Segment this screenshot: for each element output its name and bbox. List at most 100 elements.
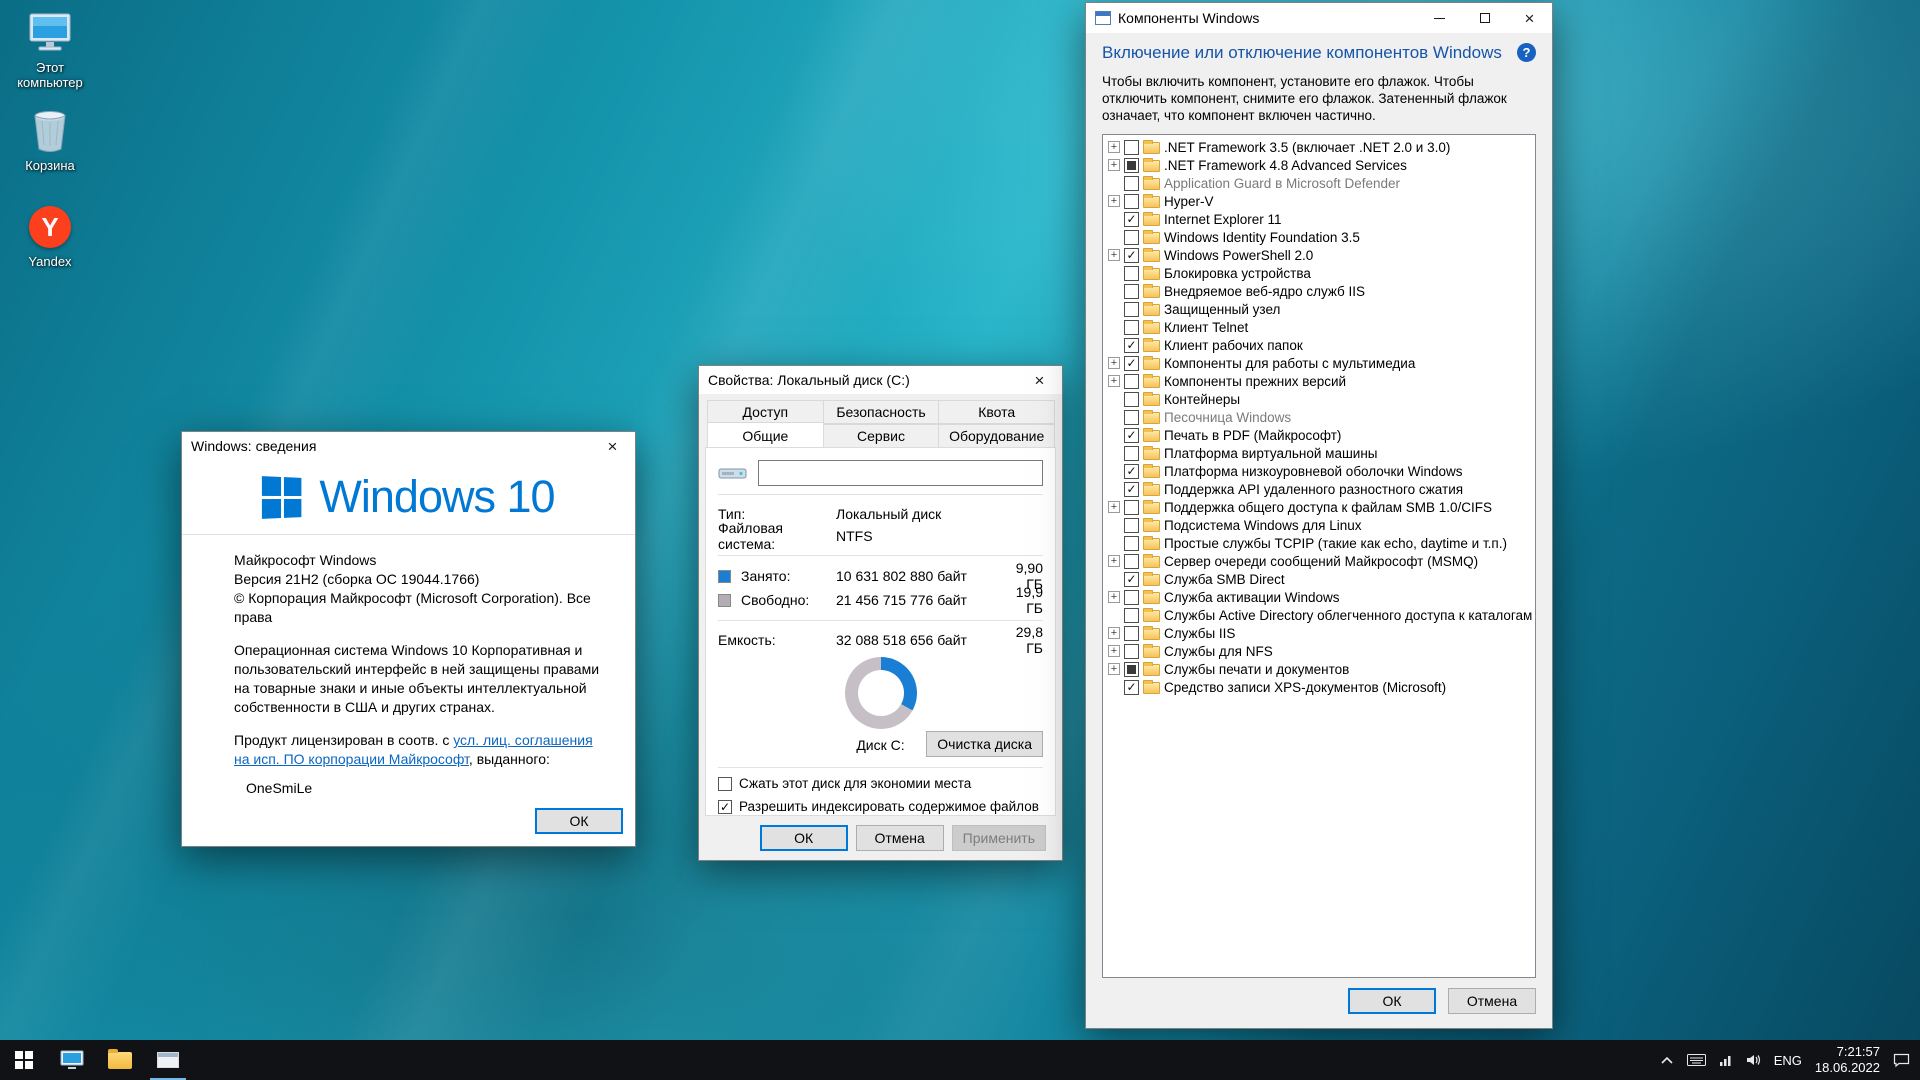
feature-row[interactable]: Платформа виртуальной машины	[1106, 444, 1535, 462]
feature-checkbox[interactable]	[1124, 662, 1139, 677]
feature-row[interactable]: Блокировка устройства	[1106, 264, 1535, 282]
feature-row[interactable]: ✓Клиент рабочих папок	[1106, 336, 1535, 354]
feature-row[interactable]: ✓Платформа низкоуровневой оболочки Windo…	[1106, 462, 1535, 480]
expand-plus-icon[interactable]: +	[1108, 195, 1120, 207]
apply-button[interactable]: Применить	[952, 825, 1046, 851]
cancel-button[interactable]: Отмена	[856, 825, 944, 851]
feature-row[interactable]: +Hyper-V	[1106, 192, 1535, 210]
tab-Сервис[interactable]: Сервис	[823, 424, 940, 448]
tab-Общие[interactable]: Общие	[707, 422, 824, 448]
ok-button[interactable]: ОК	[535, 808, 623, 834]
feature-row[interactable]: Песочница Windows	[1106, 408, 1535, 426]
feature-row[interactable]: Внедряемое веб-ядро служб IIS	[1106, 282, 1535, 300]
desktop-icon-this-pc[interactable]: Этот компьютер	[4, 10, 96, 90]
compress-checkbox[interactable]	[718, 777, 732, 791]
help-icon[interactable]: ?	[1517, 43, 1536, 62]
desktop-icon-recycle-bin[interactable]: Корзина	[4, 108, 96, 173]
features-list[interactable]: +.NET Framework 3.5 (включает .NET 2.0 и…	[1102, 134, 1536, 978]
close-icon[interactable]: ×	[1507, 3, 1552, 33]
feature-row[interactable]: +Служба активации Windows	[1106, 588, 1535, 606]
compress-checkbox-row[interactable]: Сжать этот диск для экономии места	[718, 776, 1043, 792]
feature-checkbox[interactable]	[1124, 518, 1139, 533]
start-button[interactable]	[0, 1040, 48, 1080]
feature-row[interactable]: +.NET Framework 3.5 (включает .NET 2.0 и…	[1106, 138, 1535, 156]
feature-checkbox[interactable]: ✓	[1124, 464, 1139, 479]
feature-checkbox[interactable]	[1124, 194, 1139, 209]
feature-checkbox[interactable]	[1124, 284, 1139, 299]
feature-checkbox[interactable]	[1124, 320, 1139, 335]
tab-Квота[interactable]: Квота	[938, 400, 1055, 424]
close-icon[interactable]: ×	[1017, 366, 1062, 394]
feature-checkbox[interactable]	[1124, 644, 1139, 659]
feature-checkbox[interactable]	[1124, 590, 1139, 605]
expand-plus-icon[interactable]: +	[1108, 645, 1120, 657]
taskbar-app-button[interactable]	[144, 1040, 192, 1080]
cancel-button[interactable]: Отмена	[1448, 988, 1536, 1014]
feature-row[interactable]: +Службы для NFS	[1106, 642, 1535, 660]
feature-row[interactable]: Подсистема Windows для Linux	[1106, 516, 1535, 534]
volume-icon[interactable]	[1746, 1054, 1761, 1066]
feature-checkbox[interactable]	[1124, 500, 1139, 515]
ok-button[interactable]: ОК	[1348, 988, 1436, 1014]
language-indicator[interactable]: ENG	[1774, 1053, 1802, 1068]
feature-checkbox[interactable]	[1124, 410, 1139, 425]
touch-keyboard-icon[interactable]	[1687, 1054, 1706, 1066]
feature-row[interactable]: ✓Печать в PDF (Майкрософт)	[1106, 426, 1535, 444]
disk-cleanup-button[interactable]: Очистка диска	[926, 731, 1043, 757]
feature-checkbox[interactable]: ✓	[1124, 338, 1139, 353]
expand-plus-icon[interactable]: +	[1108, 663, 1120, 675]
expand-plus-icon[interactable]: +	[1108, 357, 1120, 369]
feature-row[interactable]: +Службы печати и документов	[1106, 660, 1535, 678]
feature-row[interactable]: +✓Windows PowerShell 2.0	[1106, 246, 1535, 264]
expand-plus-icon[interactable]: +	[1108, 627, 1120, 639]
feature-checkbox[interactable]: ✓	[1124, 248, 1139, 263]
feature-checkbox[interactable]	[1124, 176, 1139, 191]
expand-plus-icon[interactable]: +	[1108, 501, 1120, 513]
feature-row[interactable]: Защищенный узел	[1106, 300, 1535, 318]
feature-row[interactable]: Windows Identity Foundation 3.5	[1106, 228, 1535, 246]
feature-checkbox[interactable]	[1124, 536, 1139, 551]
minimize-icon[interactable]	[1417, 3, 1462, 33]
feature-checkbox[interactable]	[1124, 446, 1139, 461]
feature-checkbox[interactable]	[1124, 230, 1139, 245]
feature-row[interactable]: ✓Поддержка API удаленного разностного сж…	[1106, 480, 1535, 498]
feature-checkbox[interactable]	[1124, 158, 1139, 173]
action-center-icon[interactable]	[1893, 1053, 1910, 1068]
feature-row[interactable]: Простые службы TCPIP (такие как echo, da…	[1106, 534, 1535, 552]
feature-row[interactable]: +Сервер очереди сообщений Майкрософт (MS…	[1106, 552, 1535, 570]
feature-checkbox[interactable]	[1124, 374, 1139, 389]
tab-Безопасность[interactable]: Безопасность	[823, 400, 940, 424]
expand-plus-icon[interactable]: +	[1108, 141, 1120, 153]
volume-label-input[interactable]	[758, 460, 1043, 486]
feature-row[interactable]: Контейнеры	[1106, 390, 1535, 408]
feature-checkbox[interactable]	[1124, 392, 1139, 407]
feature-row[interactable]: Application Guard в Microsoft Defender	[1106, 174, 1535, 192]
feature-checkbox[interactable]: ✓	[1124, 428, 1139, 443]
tab-Оборудование[interactable]: Оборудование	[938, 424, 1055, 448]
feature-row[interactable]: +.NET Framework 4.8 Advanced Services	[1106, 156, 1535, 174]
feature-checkbox[interactable]	[1124, 266, 1139, 281]
feature-checkbox[interactable]: ✓	[1124, 680, 1139, 695]
feature-checkbox[interactable]: ✓	[1124, 356, 1139, 371]
feature-row[interactable]: ✓Средство записи XPS-документов (Microso…	[1106, 678, 1535, 696]
feature-row[interactable]: Клиент Telnet	[1106, 318, 1535, 336]
ok-button[interactable]: ОК	[760, 825, 848, 851]
feature-checkbox[interactable]: ✓	[1124, 482, 1139, 497]
feature-checkbox[interactable]: ✓	[1124, 212, 1139, 227]
feature-checkbox[interactable]	[1124, 554, 1139, 569]
tab-Доступ[interactable]: Доступ	[707, 400, 824, 424]
feature-checkbox[interactable]	[1124, 140, 1139, 155]
feature-checkbox[interactable]: ✓	[1124, 572, 1139, 587]
expand-plus-icon[interactable]: +	[1108, 159, 1120, 171]
index-checkbox[interactable]: ✓	[718, 800, 732, 814]
feature-row[interactable]: +Поддержка общего доступа к файлам SMB 1…	[1106, 498, 1535, 516]
expand-plus-icon[interactable]: +	[1108, 555, 1120, 567]
feature-row[interactable]: +Службы IIS	[1106, 624, 1535, 642]
chevron-up-icon[interactable]	[1660, 1056, 1674, 1065]
index-checkbox-row[interactable]: ✓ Разрешить индексировать содержимое фай…	[718, 799, 1043, 816]
feature-checkbox[interactable]	[1124, 302, 1139, 317]
feature-checkbox[interactable]	[1124, 626, 1139, 641]
taskbar-clock[interactable]: 7:21:57 18.06.2022	[1815, 1044, 1880, 1076]
expand-plus-icon[interactable]: +	[1108, 375, 1120, 387]
close-icon[interactable]: ×	[590, 432, 635, 460]
